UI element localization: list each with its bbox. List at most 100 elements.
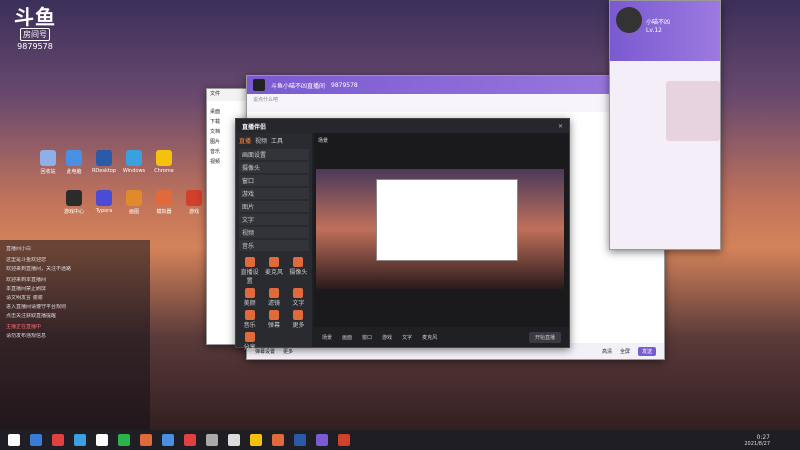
taskbar-app-icon[interactable] xyxy=(316,434,328,446)
profile-panel: 小喵不凶 Lv.12 xyxy=(609,0,721,250)
system-clock: 0:27 2021/8/27 xyxy=(744,434,770,447)
desktop-icon-label: 回收站 xyxy=(40,169,56,175)
helper-tool[interactable]: 更多 xyxy=(288,310,309,329)
room-id: 9879578 xyxy=(331,81,358,89)
helper-bottom-item[interactable]: 场景 xyxy=(322,334,332,341)
tool-icon xyxy=(293,288,304,298)
taskbar: 0:27 2021/8/27 xyxy=(0,430,800,450)
preview-canvas xyxy=(316,169,564,289)
taskbar-app-icon[interactable] xyxy=(74,434,86,446)
tool-icon xyxy=(244,310,255,320)
profile-photo xyxy=(666,81,720,141)
taskbar-app-icon[interactable] xyxy=(52,434,64,446)
taskbar-app-icon[interactable] xyxy=(250,434,262,446)
helper-tool[interactable]: 滤镜 xyxy=(263,288,284,307)
helper-bottom-item[interactable]: 麦克风 xyxy=(422,334,437,341)
helper-bottom-item[interactable]: 文字 xyxy=(402,334,412,341)
helper-tab[interactable]: 直播 xyxy=(239,136,251,145)
helper-menu-item[interactable]: 文字 xyxy=(239,214,309,225)
taskbar-app-icon[interactable] xyxy=(30,434,42,446)
tool-icon xyxy=(268,257,279,267)
helper-menu-item[interactable]: 图片 xyxy=(239,201,309,212)
desktop-icon[interactable]: 模拟器 xyxy=(150,190,178,215)
desktop-icon[interactable]: 游戏中心 xyxy=(60,190,88,215)
desktop-icon[interactable]: RDesktop xyxy=(90,150,118,174)
clock-date: 2021/8/27 xyxy=(744,441,770,447)
hd-button[interactable]: 高清 xyxy=(602,348,612,355)
taskbar-app-icon[interactable] xyxy=(140,434,152,446)
desktop-icon-label: Chrome xyxy=(154,168,174,174)
helper-tool[interactable]: 直播设置 xyxy=(239,257,260,285)
tool-label: 美颜 xyxy=(243,300,256,307)
app-icon xyxy=(126,150,142,166)
helper-tool[interactable]: 分享 xyxy=(239,332,260,351)
tool-label: 分享 xyxy=(243,344,256,351)
profile-avatar[interactable] xyxy=(616,7,642,33)
taskbar-app-icon[interactable] xyxy=(8,434,20,446)
helper-tab[interactable]: 视频 xyxy=(255,136,267,145)
stream-input[interactable]: 说点什么吧 xyxy=(253,97,278,103)
desktop-icon[interactable]: 此电脑 xyxy=(60,150,88,175)
app-icon xyxy=(156,190,172,206)
fullscreen-button[interactable]: 全屏 xyxy=(620,348,630,355)
helper-tool[interactable]: 摄像头 xyxy=(288,257,309,285)
tool-label: 更多 xyxy=(292,322,305,329)
taskbar-app-icon[interactable] xyxy=(272,434,284,446)
helper-bottom-item[interactable]: 游戏 xyxy=(382,334,392,341)
tool-icon xyxy=(293,310,304,320)
helper-menu-item[interactable]: 画面设置 xyxy=(239,149,309,160)
desktop-icon[interactable]: 画图 xyxy=(120,190,148,215)
taskbar-app-icon[interactable] xyxy=(206,434,218,446)
desktop-icon[interactable]: Chrome xyxy=(150,150,178,174)
helper-menu-item[interactable]: 音乐 xyxy=(239,240,309,251)
taskbar-app-icon[interactable] xyxy=(162,434,174,446)
stream-title: 斗鱼小喵不凶直播间 xyxy=(271,82,326,90)
send-button[interactable]: 发送 xyxy=(637,346,656,356)
taskbar-app-icon[interactable] xyxy=(184,434,196,446)
desktop-icon[interactable]: Typora xyxy=(90,190,118,214)
helper-tab[interactable]: 工具 xyxy=(271,136,283,145)
helper-tool[interactable]: 文字 xyxy=(288,288,309,307)
desktop-icon-label: 游戏 xyxy=(188,209,199,215)
tool-label: 摄像头 xyxy=(289,269,308,276)
taskbar-app-icon[interactable] xyxy=(96,434,108,446)
helper-menu-item[interactable]: 游戏 xyxy=(239,188,309,199)
desktop-icon-label: 画图 xyxy=(128,209,139,215)
profile-level: Lv.12 xyxy=(646,27,662,34)
start-live-button[interactable]: 开始直播 xyxy=(528,331,561,343)
nested-stream xyxy=(376,179,518,261)
chat-line: 本直播间禁止刷屏 xyxy=(6,286,47,292)
helper-menu-item[interactable]: 窗口 xyxy=(239,175,309,186)
helper-tool[interactable]: 音乐 xyxy=(239,310,260,329)
taskbar-app-icon[interactable] xyxy=(294,434,306,446)
helper-close-icon[interactable]: ✕ xyxy=(558,123,563,130)
tool-label: 直播设置 xyxy=(240,269,259,285)
avatar[interactable] xyxy=(253,79,265,91)
helper-tool[interactable]: 麦克风 xyxy=(263,257,284,285)
desktop-icon[interactable]: 回收站 xyxy=(34,150,62,175)
app-icon xyxy=(66,150,82,166)
explorer-item[interactable]: 桌面 xyxy=(210,108,244,115)
chat-line: 欢迎来到直播间，关注不迷路 xyxy=(6,266,72,272)
tool-icon xyxy=(268,288,279,298)
helper-menu-item[interactable]: 摄像头 xyxy=(239,162,309,173)
app-icon xyxy=(96,150,112,166)
helper-tool[interactable]: 美颜 xyxy=(239,288,260,307)
helper-title: 直播伴侣 xyxy=(242,123,267,131)
taskbar-app-icon[interactable] xyxy=(338,434,350,446)
helper-bottom-item[interactable]: 窗口 xyxy=(362,334,372,341)
explorer-title[interactable]: 文件 xyxy=(207,89,247,101)
app-icon xyxy=(96,190,112,206)
scene-title: 场景 xyxy=(318,138,329,144)
helper-tool[interactable]: 弹幕 xyxy=(263,310,284,329)
helper-sidebar: 直播 视频 工具 画面设置 摄像头 窗口 游戏 图片 文字 视频 音乐 直播设置 麦克风 摄像头 美颜滤… xyxy=(236,133,312,351)
chat-overlay: 直播间小白 这里是斗鱼欢迎您 欢迎来到直播间，关注不迷路 欢迎来到本直播间 本直播间禁止… xyxy=(0,240,150,430)
taskbar-app-icon[interactable] xyxy=(118,434,130,446)
desktop-icon[interactable]: Windows xyxy=(120,150,148,174)
tool-icon xyxy=(244,332,255,342)
desktop-icon[interactable]: 游戏 xyxy=(180,190,208,215)
taskbar-app-icon[interactable] xyxy=(228,434,240,446)
tool-label: 滤镜 xyxy=(267,300,280,307)
helper-menu-item[interactable]: 视频 xyxy=(239,227,309,238)
helper-bottom-item[interactable]: 画面 xyxy=(342,334,352,341)
